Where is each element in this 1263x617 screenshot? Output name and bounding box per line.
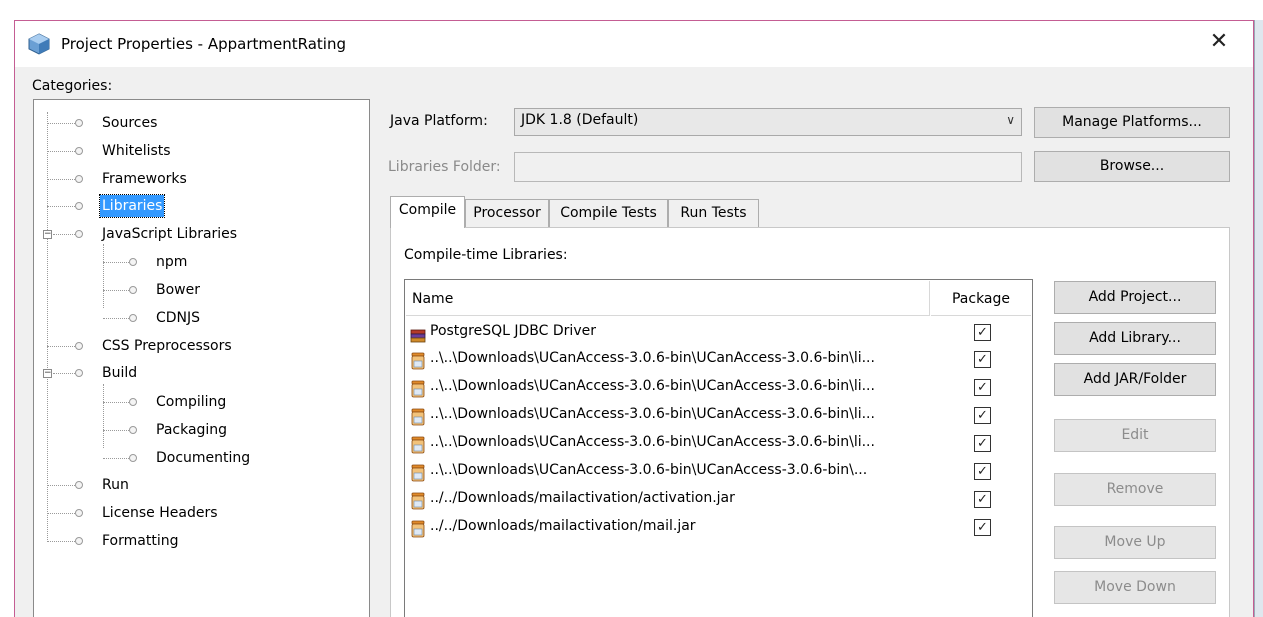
package-checkbox[interactable]: ✓ <box>974 463 991 480</box>
tree-node-icon <box>129 286 137 294</box>
tree-node-icon <box>129 258 137 266</box>
tree-node-icon <box>75 175 83 183</box>
tree-node-icon <box>75 369 83 377</box>
jar-file-icon <box>411 436 425 454</box>
jar-file-icon <box>411 380 425 398</box>
library-row[interactable]: ../../Downloads/mailactivation/activatio… <box>406 486 1031 514</box>
tab-run-tests[interactable]: Run Tests <box>668 199 759 227</box>
manage-platforms-button[interactable]: Manage Platforms... <box>1034 107 1230 138</box>
category-label: Build <box>102 365 138 381</box>
package-checkbox[interactable]: ✓ <box>974 435 991 452</box>
tree-node-icon <box>129 454 137 462</box>
tab-processor[interactable]: Processor <box>465 199 549 227</box>
close-button[interactable]: ✕ <box>1202 28 1236 58</box>
library-name: ../../Downloads/mailactivation/activatio… <box>430 490 735 506</box>
tree-node-icon <box>75 202 83 210</box>
tree-guide-line <box>103 244 104 308</box>
libraries-table[interactable]: Name Package PostgreSQL JDBC Driver ✓ ..… <box>404 279 1033 617</box>
category-label: Documenting <box>156 450 251 466</box>
library-row[interactable]: ..\..\Downloads\UCanAccess-3.0.6-bin\UCa… <box>406 346 1031 374</box>
tree-node-icon <box>75 481 83 489</box>
tree-node-icon <box>75 230 83 238</box>
move-down-button[interactable]: Move Down <box>1054 571 1216 604</box>
category-label: Frameworks <box>102 171 187 187</box>
package-checkbox[interactable]: ✓ <box>974 519 991 536</box>
jar-file-icon <box>411 352 425 370</box>
tree-guide-line <box>103 384 104 448</box>
java-platform-select[interactable]: JDK 1.8 (Default) ∨ <box>514 108 1022 136</box>
category-label: Formatting <box>102 533 179 549</box>
category-label: Packaging <box>156 422 228 438</box>
edit-button[interactable]: Edit <box>1054 419 1216 452</box>
category-label: CSS Preprocessors <box>102 338 232 354</box>
library-name: ..\..\Downloads\UCanAccess-3.0.6-bin\UCa… <box>430 378 875 394</box>
library-name: ..\..\Downloads\UCanAccess-3.0.6-bin\UCa… <box>430 350 875 366</box>
add-jar-folder-button[interactable]: Add JAR/Folder <box>1054 363 1216 396</box>
category-label: Bower <box>156 282 200 298</box>
library-row[interactable]: ..\..\Downloads\UCanAccess-3.0.6-bin\UCa… <box>406 374 1031 402</box>
package-checkbox[interactable]: ✓ <box>974 379 991 396</box>
library-name: ..\..\Downloads\UCanAccess-3.0.6-bin\UCa… <box>430 434 875 450</box>
library-name: PostgreSQL JDBC Driver <box>430 323 596 339</box>
remove-button[interactable]: Remove <box>1054 473 1216 506</box>
libraries-folder-label: Libraries Folder: <box>388 159 501 175</box>
tree-node-icon <box>75 147 83 155</box>
tree-node-icon <box>75 509 83 517</box>
library-row[interactable]: ..\..\Downloads\UCanAccess-3.0.6-bin\UCa… <box>406 402 1031 430</box>
jar-file-icon <box>411 464 425 482</box>
java-platform-label: Java Platform: <box>390 113 488 129</box>
categories-label: Categories: <box>32 78 113 94</box>
collapse-toggle-icon[interactable]: − <box>43 369 52 378</box>
category-label: JavaScript Libraries <box>102 226 238 242</box>
jar-file-icon <box>411 408 425 426</box>
add-project-button[interactable]: Add Project... <box>1054 281 1216 314</box>
category-label: Run <box>102 477 129 493</box>
tab-compile[interactable]: Compile <box>390 196 465 228</box>
library-name: ..\..\Downloads\UCanAccess-3.0.6-bin\UCa… <box>430 462 868 478</box>
library-row[interactable]: ..\..\Downloads\UCanAccess-3.0.6-bin\UCa… <box>406 430 1031 458</box>
java-platform-value: JDK 1.8 (Default) <box>521 112 639 128</box>
column-header-name[interactable]: Name <box>406 281 930 316</box>
category-label: Compiling <box>156 394 227 410</box>
netbeans-cube-icon <box>28 33 50 55</box>
tab-compile-tests[interactable]: Compile Tests <box>549 199 668 227</box>
tree-node-icon <box>75 342 83 350</box>
libraries-folder-field[interactable] <box>514 152 1022 182</box>
jar-file-icon <box>411 492 425 510</box>
browse-button[interactable]: Browse... <box>1034 151 1230 182</box>
column-header-package[interactable]: Package <box>931 281 1031 316</box>
library-row[interactable]: ../../Downloads/mailactivation/mail.jar … <box>406 514 1031 542</box>
tree-node-icon <box>129 398 137 406</box>
tree-node-icon <box>75 537 83 545</box>
library-books-icon <box>410 329 426 343</box>
tree-node-icon <box>129 314 137 322</box>
library-row[interactable]: ..\..\Downloads\UCanAccess-3.0.6-bin\UCa… <box>406 458 1031 486</box>
category-label: Libraries <box>98 194 166 218</box>
package-checkbox[interactable]: ✓ <box>974 407 991 424</box>
category-label: npm <box>156 254 188 270</box>
library-name: ..\..\Downloads\UCanAccess-3.0.6-bin\UCa… <box>430 406 875 422</box>
library-name: ../../Downloads/mailactivation/mail.jar <box>430 518 696 534</box>
category-label: License Headers <box>102 505 218 521</box>
chevron-down-icon: ∨ <box>1006 113 1015 127</box>
categories-tree[interactable]: Sources Whitelists Frameworks Libraries … <box>33 99 370 617</box>
collapse-toggle-icon[interactable]: − <box>43 230 52 239</box>
category-label: Whitelists <box>102 143 171 159</box>
package-checkbox[interactable]: ✓ <box>974 491 991 508</box>
package-checkbox[interactable]: ✓ <box>974 324 991 341</box>
library-row[interactable]: PostgreSQL JDBC Driver ✓ <box>406 319 1031 347</box>
package-checkbox[interactable]: ✓ <box>974 351 991 368</box>
add-library-button[interactable]: Add Library... <box>1054 322 1216 355</box>
tree-guide-line <box>47 112 48 542</box>
compile-time-libraries-label: Compile-time Libraries: <box>404 247 568 263</box>
tree-node-icon <box>129 426 137 434</box>
jar-file-icon <box>411 520 425 538</box>
category-label: Sources <box>102 115 158 131</box>
dialog-title: Project Properties - AppartmentRating <box>61 35 346 53</box>
move-up-button[interactable]: Move Up <box>1054 526 1216 559</box>
tree-node-icon <box>75 119 83 127</box>
background-window-edge <box>1254 20 1263 617</box>
project-properties-dialog: Project Properties - AppartmentRating ✕ … <box>0 0 1263 617</box>
category-label: CDNJS <box>156 310 201 326</box>
